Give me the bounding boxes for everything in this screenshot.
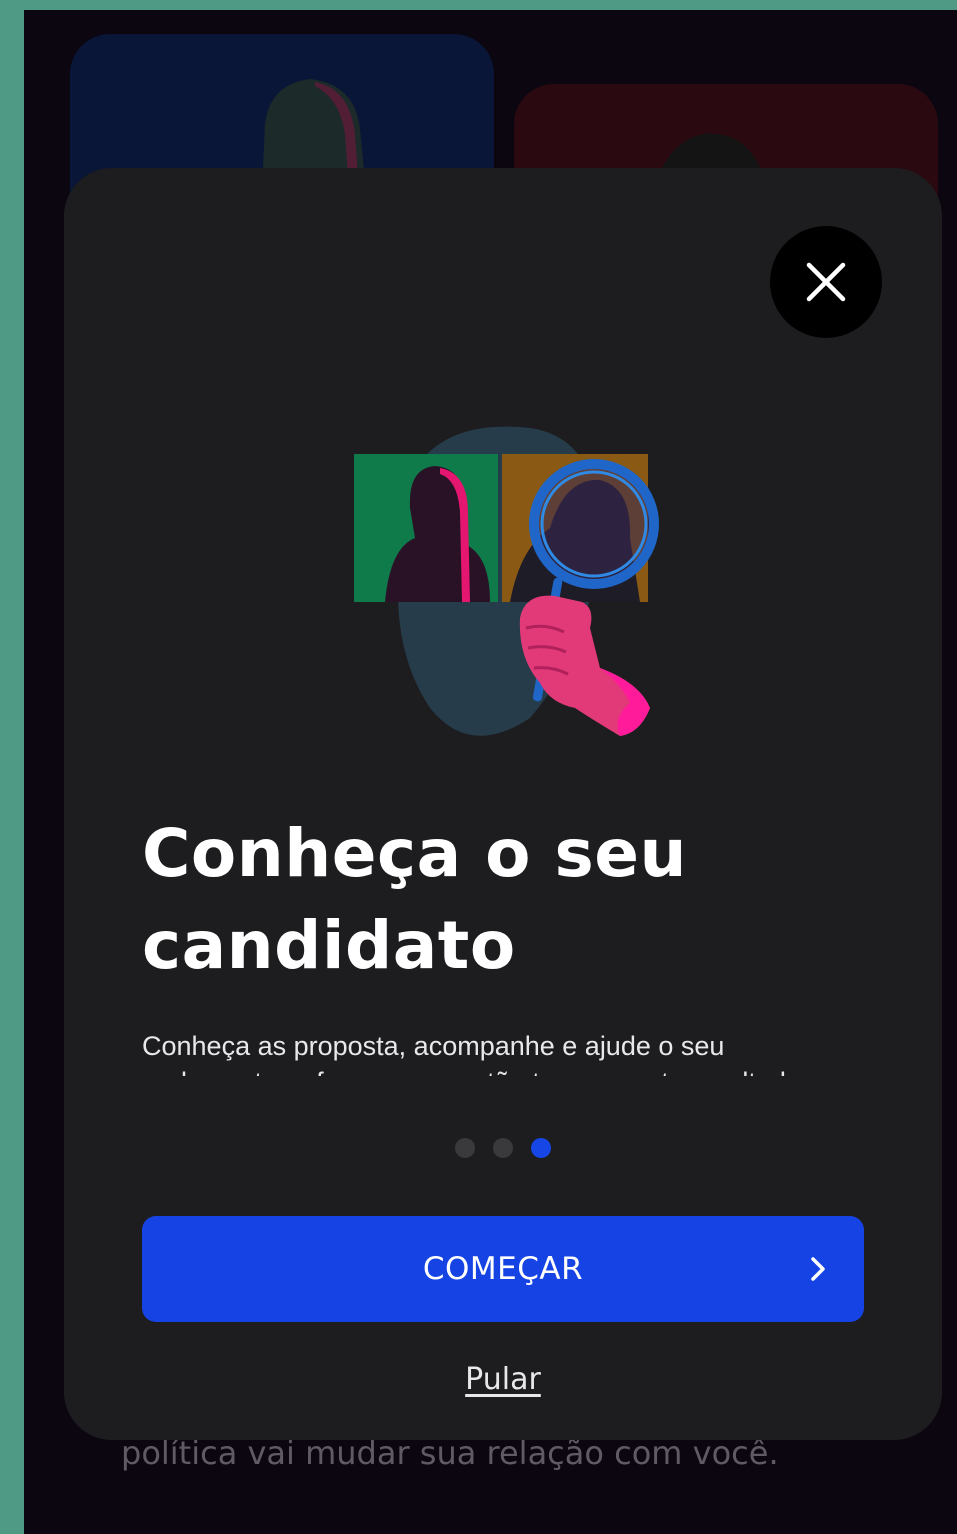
app-screen: política vai mudar sua relação com você. xyxy=(24,10,957,1534)
close-icon xyxy=(806,262,846,302)
skip-container: Pular xyxy=(64,1362,942,1397)
start-button[interactable]: COMEÇAR xyxy=(142,1216,864,1322)
pagination-dots xyxy=(64,1138,942,1158)
start-button-label: COMEÇAR xyxy=(422,1251,584,1287)
onboarding-modal: Conheça o seu candidato Conheça as propo… xyxy=(64,168,942,1440)
modal-description: Conheça as proposta, acompanhe e ajude o… xyxy=(142,1031,801,1076)
chevron-right-icon xyxy=(811,1257,825,1281)
pagination-dot[interactable] xyxy=(455,1138,475,1158)
modal-title: Conheça o seu candidato xyxy=(142,815,688,984)
modal-description-container: Conheça as proposta, acompanhe e ajude o… xyxy=(142,1028,862,1076)
close-button[interactable] xyxy=(770,226,882,338)
pagination-dot[interactable] xyxy=(493,1138,513,1158)
candidate-magnifier-illustration xyxy=(354,426,659,736)
pagination-dot-active[interactable] xyxy=(531,1138,551,1158)
skip-link[interactable]: Pular xyxy=(465,1362,541,1397)
